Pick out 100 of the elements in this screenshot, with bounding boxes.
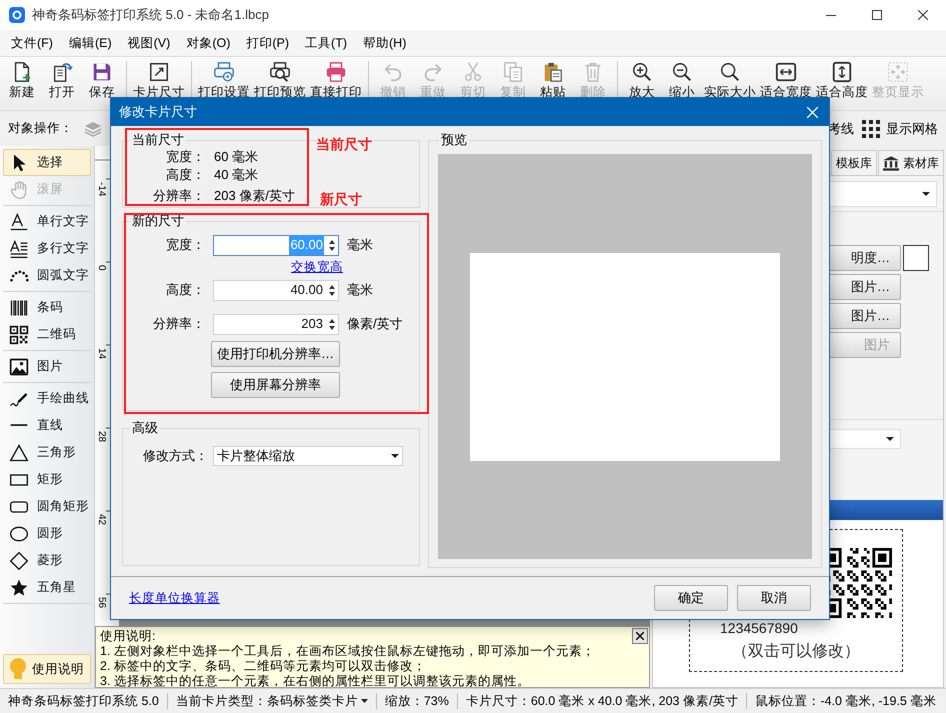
app-logo-icon bbox=[9, 7, 25, 23]
ruler-label: 14 bbox=[96, 348, 107, 360]
show-grid-button[interactable]: 显示网格 bbox=[862, 118, 938, 138]
ellipse-icon bbox=[9, 524, 29, 544]
printer-gear-icon bbox=[213, 61, 235, 83]
diamond-icon bbox=[9, 550, 29, 570]
tool-item[interactable]: 矩形 bbox=[3, 466, 91, 493]
close-icon bbox=[636, 632, 644, 640]
edit-hint: （双击可以修改） bbox=[731, 642, 861, 662]
tool-item[interactable]: 圆弧文字 bbox=[3, 262, 91, 289]
close-icon bbox=[806, 106, 818, 118]
tool-item[interactable]: 菱形 bbox=[3, 547, 91, 574]
field-label: 分辨率： bbox=[152, 315, 205, 334]
tool-item[interactable]: 多行文字 bbox=[3, 235, 91, 262]
field-value: 203 像素/英寸 bbox=[214, 187, 295, 205]
text-line-icon bbox=[9, 212, 29, 232]
printer-icon bbox=[325, 61, 347, 83]
dialog-button[interactable]: 确定 bbox=[654, 585, 728, 611]
group-title: 高级 bbox=[131, 420, 159, 436]
tool-item[interactable]: 单行文字 bbox=[3, 208, 91, 235]
zoom-out-icon bbox=[671, 61, 693, 83]
unit-label: 毫米 bbox=[347, 236, 373, 254]
close-icon bbox=[918, 10, 928, 20]
dialog-button[interactable]: 取消 bbox=[737, 585, 811, 611]
bank-icon bbox=[883, 156, 899, 170]
field-label: 高度： bbox=[165, 281, 205, 300]
help-button[interactable]: 使用说明 bbox=[3, 654, 91, 684]
lightbulb-icon bbox=[8, 657, 28, 681]
line-icon bbox=[9, 424, 29, 427]
toolbar-button[interactable]: 打开 bbox=[42, 57, 82, 100]
toolbar-button[interactable]: 缩小 bbox=[662, 57, 702, 100]
ruler-label: 0 bbox=[96, 265, 107, 271]
group-title: 预览 bbox=[440, 132, 468, 148]
menu-item[interactable]: 打印(P) bbox=[238, 32, 298, 54]
group-title: 当前尺寸 bbox=[131, 132, 185, 148]
close-help-button[interactable] bbox=[632, 628, 648, 644]
color-swatch[interactable] bbox=[903, 245, 929, 271]
zoom-in-icon bbox=[631, 61, 653, 83]
multiline-text-icon bbox=[9, 238, 29, 258]
card-type-dropdown[interactable]: 当前卡片类型：条码标签类卡片 bbox=[176, 692, 368, 710]
object-ops-label: 对象操作： bbox=[8, 120, 73, 138]
unit-converter-link[interactable]: 长度单位换算器 bbox=[129, 588, 220, 608]
field-label: 分辨率： bbox=[152, 187, 205, 205]
status-mouse-position: 鼠标位置：-4.0 毫米, -19.5 毫米 bbox=[755, 692, 936, 710]
status-card-size: 卡片尺寸：60.0 毫米 x 40.0 毫米, 203 像素/英寸 bbox=[466, 692, 738, 710]
vertical-arrows-icon bbox=[831, 61, 853, 83]
mode-dropdown[interactable]: 卡片整体缩放 bbox=[213, 446, 403, 466]
caret-icon bbox=[391, 454, 399, 458]
caret-icon bbox=[922, 192, 930, 196]
clipboard-icon bbox=[542, 61, 564, 83]
panel-tab[interactable]: 模板库 bbox=[831, 150, 877, 175]
menu-item[interactable]: 工具(T) bbox=[297, 32, 356, 54]
number-field[interactable]: 203 bbox=[213, 314, 339, 334]
help-text: 2. 标签中的文字、条码、二维码等元素均可以双击修改； bbox=[100, 659, 426, 674]
help-text: 3. 选择标签中的任意一个元素，在右侧的属性栏里可以调整该元素的属性。 bbox=[100, 674, 530, 689]
menu-item[interactable]: 视图(V) bbox=[120, 32, 178, 54]
resolution-button[interactable]: 使用屏幕分辨率 bbox=[211, 372, 340, 398]
toolbar-button[interactable]: 卡片尺寸 bbox=[131, 57, 187, 100]
menu-item[interactable]: 文件(F) bbox=[3, 32, 61, 54]
toolbar-button[interactable]: 放大 bbox=[622, 57, 662, 100]
swap-width-height-link[interactable]: 交换宽高 bbox=[291, 258, 343, 277]
toolbar-button[interactable]: 新建 bbox=[2, 57, 42, 100]
number-field[interactable]: 40.00 bbox=[213, 280, 339, 300]
tool-item[interactable]: 手绘曲线 bbox=[3, 385, 91, 412]
star-icon bbox=[9, 578, 29, 598]
magnifier-icon bbox=[719, 61, 741, 83]
status-zoom: 缩放：73% bbox=[384, 692, 449, 710]
tool-item[interactable]: 选择 bbox=[3, 149, 91, 176]
menu-item[interactable]: 编辑(E) bbox=[60, 32, 120, 54]
maximize-icon bbox=[872, 10, 882, 20]
unit-label: 像素/英寸 bbox=[347, 315, 403, 334]
group-title: 新的尺寸 bbox=[131, 213, 185, 229]
panel-tab[interactable]: 素材库 bbox=[878, 150, 944, 175]
tool-item[interactable]: 圆形 bbox=[3, 520, 91, 547]
tool-item[interactable]: 五角星 bbox=[3, 574, 91, 601]
image-icon bbox=[9, 356, 29, 376]
resolution-button[interactable]: 使用打印机分辨率… bbox=[211, 341, 340, 367]
tool-item[interactable]: 图片 bbox=[3, 353, 91, 380]
field-label: 修改方式： bbox=[142, 447, 208, 466]
triangle-icon bbox=[9, 442, 29, 462]
tool-item[interactable]: 条码 bbox=[3, 294, 91, 321]
caret-icon bbox=[360, 699, 368, 703]
tool-item[interactable]: 圆角矩形 bbox=[3, 493, 91, 520]
fit-page-icon bbox=[887, 61, 909, 83]
barcode-number: 1234567890 bbox=[720, 620, 798, 637]
tool-item[interactable]: 二维码 bbox=[3, 321, 91, 348]
resize-square-icon bbox=[148, 61, 170, 83]
annotation-label: 新尺寸 bbox=[320, 190, 362, 209]
help-text: 1. 左侧对象栏中选择一个工具后，在画布区域按住鼠标左键拖动，即可添加一个元素； bbox=[100, 644, 595, 659]
tool-item[interactable]: 直线 bbox=[3, 412, 91, 439]
toolbar-button[interactable]: 实际大小 bbox=[702, 57, 758, 100]
copy-icon bbox=[502, 61, 524, 83]
ruler-label: -14 bbox=[96, 182, 107, 196]
ruler-label: 28 bbox=[96, 431, 107, 442]
menu-item[interactable]: 对象(O) bbox=[178, 32, 238, 54]
hand-icon bbox=[9, 180, 29, 200]
menu-item[interactable]: 帮助(H) bbox=[355, 32, 414, 54]
barcode-icon bbox=[9, 298, 29, 318]
help-title: 使用说明: bbox=[100, 629, 156, 644]
tool-item[interactable]: 三角形 bbox=[3, 439, 91, 466]
